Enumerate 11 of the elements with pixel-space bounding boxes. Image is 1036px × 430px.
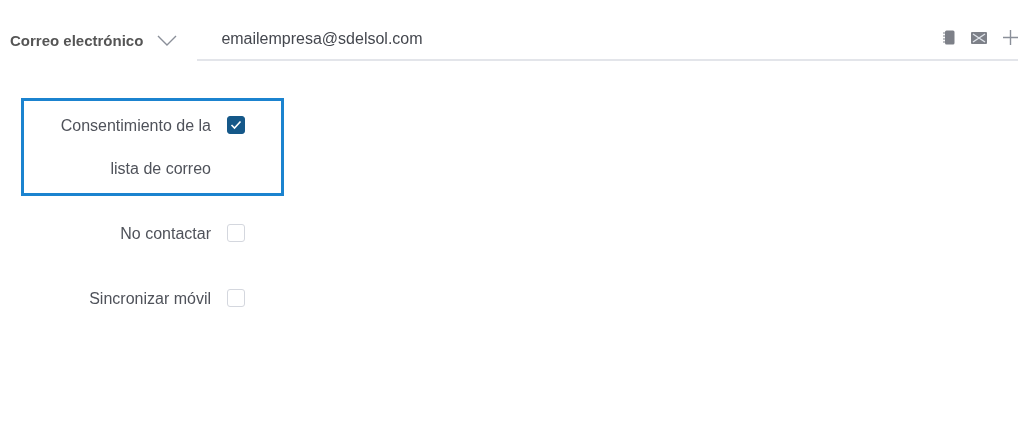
- option-label: Sincronizar móvil: [88, 289, 211, 309]
- chevron-down-icon[interactable]: [157, 34, 178, 46]
- checkmark-icon: [230, 120, 242, 130]
- envelope-icon[interactable]: [971, 31, 987, 44]
- plus-icon[interactable]: [1003, 30, 1018, 45]
- option-label: Consentimiento de la lista de correo: [59, 116, 211, 179]
- field-type-label[interactable]: Correo electrónico: [10, 31, 144, 49]
- notebook-icon[interactable]: [943, 30, 955, 45]
- checkbox[interactable]: [227, 116, 245, 134]
- option-label: No contactar: [119, 224, 211, 244]
- email-field[interactable]: emailempresa@sdelsol.com: [197, 30, 1018, 48]
